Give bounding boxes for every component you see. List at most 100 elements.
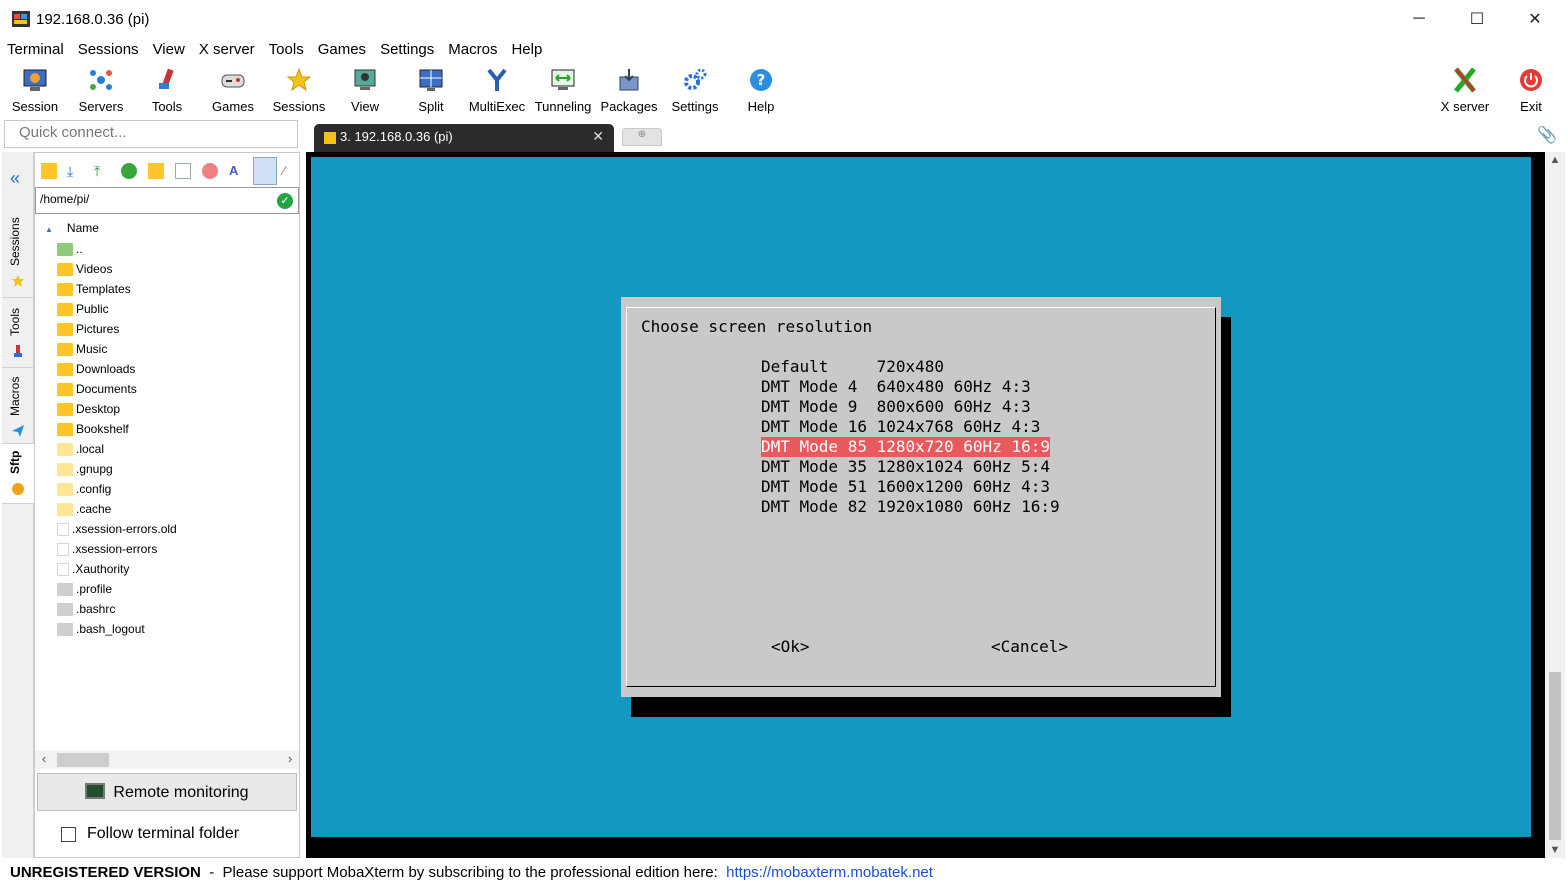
file-name: Downloads (76, 362, 136, 376)
sessions-button[interactable]: Sessions (266, 64, 332, 116)
multiexec-icon (487, 68, 507, 91)
new-file-icon[interactable] (175, 163, 191, 179)
file-list-item[interactable]: Templates (57, 279, 297, 299)
file-list-item[interactable]: .gnupg (57, 459, 297, 479)
side-tab-macros[interactable]: Macros (2, 368, 34, 444)
new-folder-icon[interactable] (148, 163, 164, 179)
ok-button[interactable]: <Ok> (771, 637, 810, 656)
close-window-button[interactable]: ✕ (1512, 6, 1558, 32)
checkmark-icon[interactable]: ✓ (277, 193, 293, 209)
split-button[interactable]: Split (398, 64, 464, 116)
scroll-down-icon[interactable]: ▼ (1545, 844, 1565, 856)
file-list-item[interactable]: Bookshelf (57, 419, 297, 439)
view-button[interactable]: View (332, 64, 398, 116)
file-icon (57, 542, 69, 556)
file-list-item[interactable]: Pictures (57, 319, 297, 339)
menu-x-server[interactable]: X server (192, 38, 262, 62)
column-header-name[interactable]: ▲ Name (45, 221, 99, 235)
file-list-item[interactable]: .Xauthority (57, 559, 297, 579)
menu-settings[interactable]: Settings (373, 38, 441, 62)
mobaxterm-link[interactable]: https://mobaxterm.mobatek.net (726, 864, 933, 881)
file-list-item[interactable]: .local (57, 439, 297, 459)
scroll-right-icon[interactable]: › (281, 751, 299, 766)
horizontal-scrollbar[interactable]: ‹ › (35, 751, 299, 769)
tunneling-button[interactable]: Tunneling (530, 64, 596, 116)
resolution-option[interactable]: Default 720x480 (761, 357, 944, 377)
maximize-button[interactable]: ☐ (1454, 6, 1500, 32)
remote-monitoring-button[interactable]: Remote monitoring (37, 773, 297, 811)
help-button[interactable]: ? Help (728, 64, 794, 116)
resolution-option[interactable]: DMT Mode 16 1024x768 60Hz 4:3 (761, 417, 1040, 437)
file-list-item[interactable]: Videos (57, 259, 297, 279)
side-tab-sessions[interactable]: Sessions (2, 204, 34, 298)
file-list-item[interactable]: .xsession-errors (57, 539, 297, 559)
file-list-item[interactable]: .xsession-errors.old (57, 519, 297, 539)
cancel-button[interactable]: <Cancel> (991, 637, 1068, 656)
file-list-item[interactable]: Documents (57, 379, 297, 399)
multiexec-button[interactable]: MultiExec (464, 64, 530, 116)
file-list-item[interactable]: .cache (57, 499, 297, 519)
side-tabs: « Sessions Tools Macros Sftp (2, 152, 34, 858)
resolution-option-selected[interactable]: DMT Mode 85 1280x720 60Hz 16:9 (761, 437, 1050, 457)
resolution-option[interactable]: DMT Mode 35 1280x1024 60Hz 5:4 (761, 457, 1050, 477)
resolution-option[interactable]: DMT Mode 9 800x600 60Hz 4:3 (761, 397, 1031, 417)
file-list-item[interactable]: .bash_logout (57, 619, 297, 639)
follow-terminal-folder[interactable]: Follow terminal folder (61, 825, 239, 843)
packages-button[interactable]: Packages (596, 64, 662, 116)
servers-button[interactable]: Servers (68, 64, 134, 116)
close-tab-icon[interactable]: ✕ (592, 128, 604, 145)
quick-connect-input[interactable]: Quick connect... (4, 120, 298, 148)
upload-icon[interactable]: ⤒ (94, 163, 110, 179)
tab-session-pi[interactable]: 3. 192.168.0.36 (pi) ✕ (314, 124, 614, 152)
side-tab-tools[interactable]: Tools (2, 298, 34, 368)
terminal-tab-icon (324, 132, 336, 144)
delete-icon[interactable] (202, 163, 218, 179)
file-list-item[interactable]: .. (57, 239, 297, 259)
send-icon (12, 425, 24, 437)
menu-tools[interactable]: Tools (262, 38, 311, 62)
scroll-left-icon[interactable]: ‹ (35, 751, 53, 766)
file-list-item[interactable]: Public (57, 299, 297, 319)
scroll-thumb[interactable] (57, 753, 109, 767)
collapse-chevron-icon[interactable]: « (10, 168, 20, 189)
sftp-path-input[interactable]: /home/pi/ ✓ (35, 187, 299, 214)
menu-games[interactable]: Games (311, 38, 373, 62)
resolution-option[interactable]: DMT Mode 4 640x480 60Hz 4:3 (761, 377, 1031, 397)
folder-up-icon[interactable] (41, 163, 57, 179)
file-list-item[interactable]: Music (57, 339, 297, 359)
terminal-scroll-thumb[interactable] (1549, 672, 1561, 840)
file-list-item[interactable]: Downloads (57, 359, 297, 379)
refresh-icon[interactable] (121, 163, 137, 179)
file-list-item[interactable]: .config (57, 479, 297, 499)
file-list-item[interactable]: .profile (57, 579, 297, 599)
settings-button[interactable]: Settings (662, 64, 728, 116)
menu-view[interactable]: View (146, 38, 192, 62)
wand-icon[interactable]: ⁄ (283, 163, 299, 179)
new-tab-button[interactable]: ⊕ (622, 128, 662, 146)
minimize-button[interactable]: ─ (1396, 6, 1442, 32)
file-name: .bash_logout (76, 622, 145, 636)
file-list-item[interactable]: Desktop (57, 399, 297, 419)
toggle-hidden-files-icon[interactable] (253, 157, 277, 185)
unregistered-label: UNREGISTERED VERSION (10, 864, 201, 881)
menu-terminal[interactable]: Terminal (0, 38, 71, 62)
menu-macros[interactable]: Macros (441, 38, 504, 62)
exit-button[interactable]: Exit (1498, 64, 1564, 116)
rename-icon[interactable]: A (229, 163, 245, 179)
tools-button[interactable]: Tools (134, 64, 200, 116)
games-button[interactable]: Games (200, 64, 266, 116)
resolution-option[interactable]: DMT Mode 51 1600x1200 60Hz 4:3 (761, 477, 1050, 497)
scroll-up-icon[interactable]: ▲ (1545, 154, 1565, 166)
download-icon[interactable]: ⤓ (67, 163, 83, 179)
terminal-scrollbar[interactable]: ▲ ▼ (1545, 152, 1565, 858)
file-name: Public (76, 302, 109, 316)
menu-help[interactable]: Help (504, 38, 549, 62)
side-tab-sftp[interactable]: Sftp (2, 444, 34, 504)
file-list-item[interactable]: .bashrc (57, 599, 297, 619)
session-button[interactable]: Session (2, 64, 68, 116)
resolution-option[interactable]: DMT Mode 82 1920x1080 60Hz 16:9 (761, 497, 1060, 517)
xserver-button[interactable]: X server (1432, 64, 1498, 116)
menu-sessions[interactable]: Sessions (71, 38, 146, 62)
paperclip-icon[interactable]: 📎 (1537, 125, 1557, 145)
follow-folder-checkbox[interactable] (61, 827, 76, 842)
